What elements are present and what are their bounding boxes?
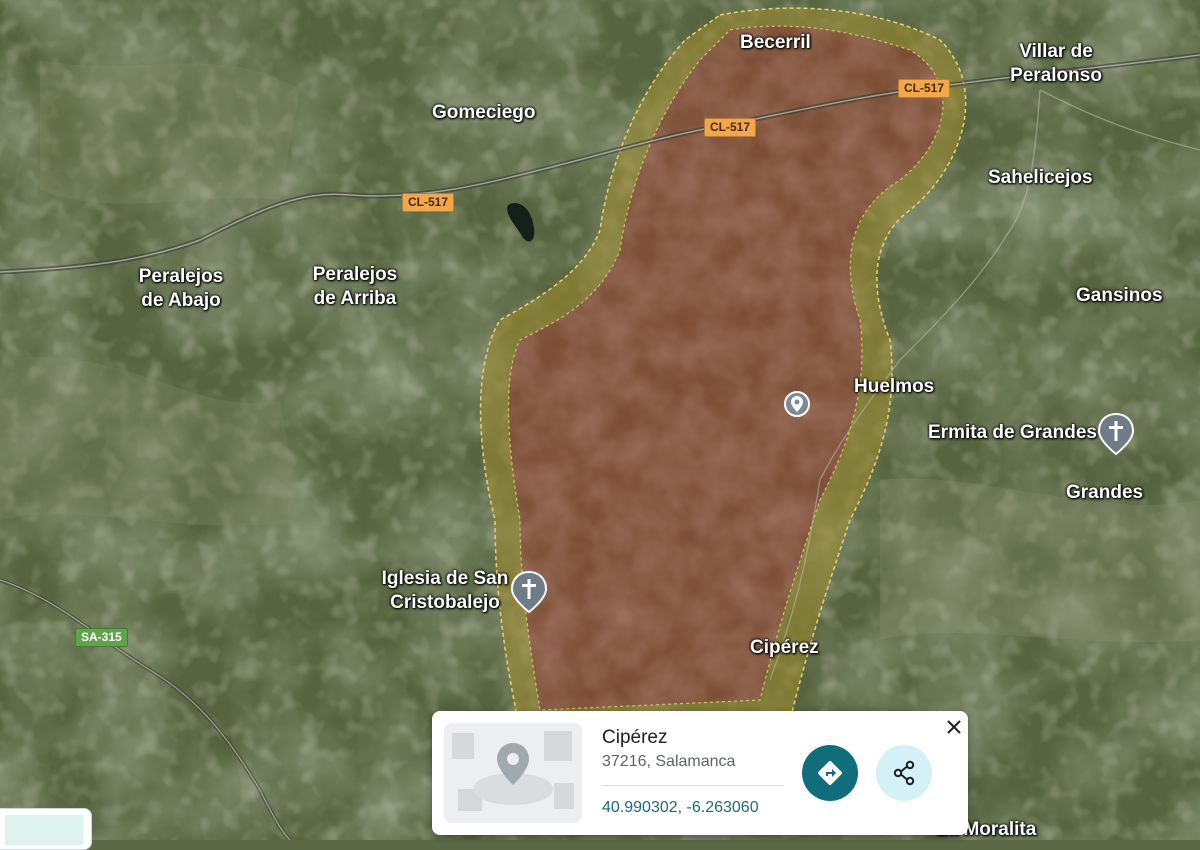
road-shield-cl-517: CL-517 bbox=[402, 193, 455, 212]
layer-toggle[interactable] bbox=[0, 808, 92, 850]
place-label-iglesia-de-san-cristobalejo[interactable]: Iglesia de San Cristobalejo bbox=[376, 567, 514, 615]
place-label-sahelicejos[interactable]: Sahelicejos bbox=[988, 166, 1093, 190]
place-label-huelmos[interactable]: Huelmos bbox=[854, 375, 934, 399]
place-coordinates[interactable]: 40.990302, -6.263060 bbox=[602, 799, 759, 817]
church-pin-icon[interactable] bbox=[510, 570, 548, 614]
church-pin-icon[interactable] bbox=[1097, 412, 1135, 456]
layer-preview bbox=[5, 815, 83, 845]
place-label-ciperez[interactable]: Cipérez bbox=[750, 636, 819, 660]
place-address: 37216, Salamanca bbox=[602, 753, 736, 770]
road-shield-cl-517: CL-517 bbox=[898, 79, 951, 98]
directions-icon bbox=[818, 761, 842, 785]
place-label-peralejos-de-arriba[interactable]: Peralejos de Arriba bbox=[306, 263, 404, 311]
share-button[interactable] bbox=[876, 745, 932, 801]
place-label-grandes[interactable]: Grandes bbox=[1066, 481, 1143, 505]
location-marker-icon[interactable] bbox=[783, 390, 811, 418]
place-label-gomeciego[interactable]: Gomeciego bbox=[432, 101, 535, 125]
place-illustration-icon bbox=[444, 723, 582, 823]
place-label-gansinos[interactable]: Gansinos bbox=[1076, 284, 1163, 308]
place-info-card[interactable]: Cipérez 37216, Salamanca 40.990302, -6.2… bbox=[432, 711, 968, 835]
card-divider bbox=[602, 785, 784, 786]
place-name: Cipérez bbox=[602, 727, 668, 748]
place-label-villar-de-peralonso[interactable]: Villar de Peralonso bbox=[1003, 40, 1109, 88]
place-label-becerril[interactable]: Becerril bbox=[740, 31, 811, 55]
place-thumbnail[interactable] bbox=[444, 723, 582, 823]
road-shield-cl-517: CL-517 bbox=[704, 118, 757, 137]
place-label-peralejos-de-abajo[interactable]: Peralejos de Abajo bbox=[129, 265, 233, 313]
road-shield-sa-315: SA-315 bbox=[75, 628, 128, 647]
close-button[interactable] bbox=[942, 715, 966, 739]
directions-button[interactable] bbox=[802, 745, 858, 801]
share-icon bbox=[893, 760, 915, 786]
place-label-ermita-de-grandes[interactable]: Ermita de Grandes bbox=[928, 421, 1097, 445]
close-icon bbox=[947, 720, 961, 734]
